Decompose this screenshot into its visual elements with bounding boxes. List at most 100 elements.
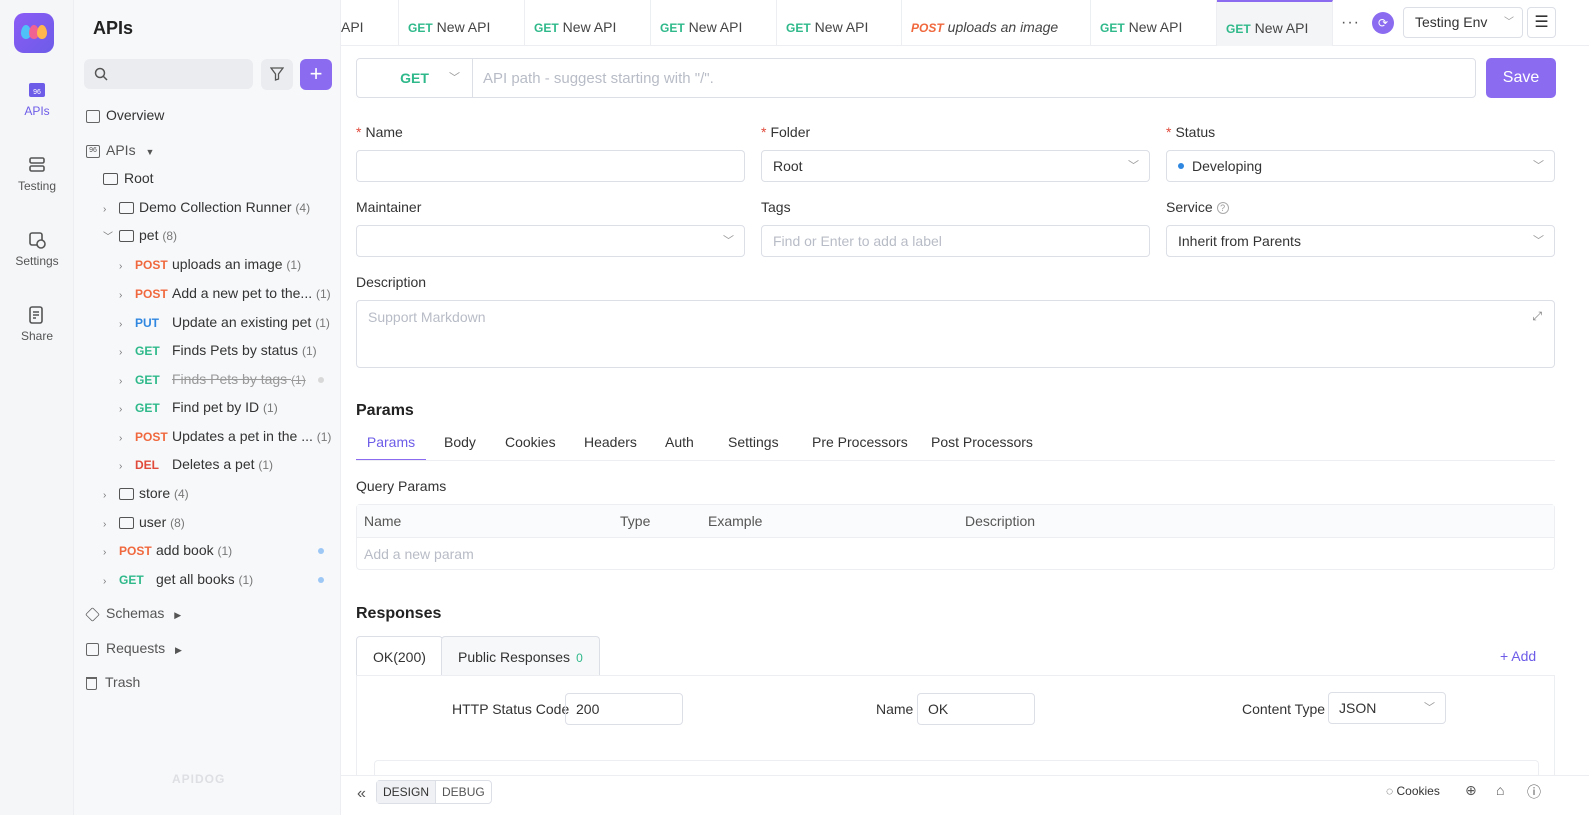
tree-api-item[interactable]: › POST Updates a pet in the ... (1) bbox=[74, 422, 341, 450]
api-tab[interactable]: GET New API bbox=[525, 0, 651, 46]
api-path-input[interactable] bbox=[483, 59, 1463, 97]
sidebar-item-trash[interactable]: Trash bbox=[74, 668, 341, 696]
response-name-input[interactable]: OK bbox=[917, 693, 1035, 725]
name-input[interactable] bbox=[368, 151, 744, 181]
environment-select[interactable]: Testing Env ﹀ bbox=[1403, 7, 1523, 38]
tab-cookies[interactable]: Cookies bbox=[505, 428, 556, 461]
status-footer: « DESIGN DEBUG ◌ Cookies ⊕ ⌂ ⓘ bbox=[341, 775, 1589, 815]
sidebar-item-overview[interactable]: Overview bbox=[74, 101, 341, 129]
method-badge: POST bbox=[119, 544, 152, 558]
tree-api-item[interactable]: › POST add book (1) bbox=[74, 536, 341, 564]
response-name-label: Name bbox=[876, 701, 914, 717]
rail-item-settings[interactable]: Settings bbox=[0, 230, 74, 268]
api-tab[interactable]: API bbox=[341, 0, 399, 46]
sidebar-item-apis[interactable]: 96 APIs ▼ bbox=[74, 136, 341, 164]
tree-api-item[interactable]: › GET Finds Pets by tags (1) bbox=[74, 365, 341, 393]
response-tab-public[interactable]: Public Responses 0 bbox=[441, 636, 600, 676]
chevron-right-icon[interactable]: › bbox=[119, 339, 131, 367]
rail-item-apis[interactable]: 96 APIs bbox=[0, 80, 74, 118]
api-tab[interactable]: GET New API bbox=[1217, 0, 1333, 46]
chevron-down-icon[interactable]: ﹀ bbox=[103, 224, 115, 252]
tab-body[interactable]: Body bbox=[444, 428, 476, 461]
chevron-right-icon[interactable]: › bbox=[119, 396, 131, 424]
tree-folder[interactable]: › Demo Collection Runner (4) bbox=[74, 193, 341, 221]
tree-api-item[interactable]: › GET get all books (1) bbox=[74, 565, 341, 593]
debug-mode-button[interactable]: DEBUG bbox=[436, 781, 491, 803]
description-field[interactable]: ⤢ bbox=[356, 300, 1555, 368]
filter-button[interactable] bbox=[261, 59, 293, 90]
search-input[interactable] bbox=[84, 59, 253, 89]
sidebar-item-requests[interactable]: Requests ▶ bbox=[74, 634, 341, 662]
status-select[interactable]: Developing ﹀ bbox=[1166, 150, 1555, 182]
method-select[interactable]: GET ﹀ bbox=[357, 59, 473, 97]
tab-post-processors[interactable]: Post Processors bbox=[931, 428, 1033, 461]
tree-api-item[interactable]: › POST uploads an image (1) bbox=[74, 250, 341, 278]
save-button[interactable]: Save bbox=[1486, 58, 1556, 98]
api-tab[interactable]: POST uploads an image bbox=[902, 0, 1091, 46]
api-tab[interactable]: GET New API bbox=[777, 0, 902, 46]
tree-api-item[interactable]: › GET Finds Pets by status (1) bbox=[74, 336, 341, 364]
caret-right-icon: ▶ bbox=[175, 645, 182, 655]
help-icon[interactable]: ? bbox=[1216, 202, 1229, 215]
tags-input[interactable] bbox=[773, 226, 1149, 256]
tab-headers[interactable]: Headers bbox=[584, 428, 637, 461]
tree-item-label: Finds Pets by tags bbox=[172, 371, 292, 387]
status-code-input[interactable]: 200 bbox=[565, 693, 683, 725]
design-mode-button[interactable]: DESIGN bbox=[377, 781, 437, 803]
chevron-right-icon[interactable]: › bbox=[103, 511, 115, 539]
add-param-input[interactable]: Add a new param bbox=[364, 538, 474, 570]
add-response-button[interactable]: + Add bbox=[1500, 648, 1536, 664]
tab-settings[interactable]: Settings bbox=[728, 428, 779, 461]
maintainer-select[interactable]: ﹀ bbox=[356, 225, 745, 257]
chevron-right-icon[interactable]: › bbox=[103, 568, 115, 596]
expand-icon[interactable]: ⤢ bbox=[1532, 309, 1542, 324]
folder-select[interactable]: Root ﹀ bbox=[761, 150, 1150, 182]
collapse-sidebar-icon[interactable]: « bbox=[357, 785, 366, 803]
tab-pre-processors[interactable]: Pre Processors bbox=[812, 428, 908, 461]
sidebar-item-label: Schemas bbox=[106, 605, 165, 621]
api-tab[interactable]: GET New API bbox=[1091, 0, 1217, 46]
response-tab-ok[interactable]: OK(200) bbox=[356, 636, 443, 676]
chevron-right-icon[interactable]: › bbox=[103, 196, 115, 224]
sidebar-item-schemas[interactable]: Schemas ▶ bbox=[74, 599, 341, 627]
tree-item-label: Add a new pet to the... bbox=[172, 285, 316, 301]
name-field[interactable] bbox=[356, 150, 745, 182]
rail-item-share[interactable]: Share bbox=[0, 305, 74, 343]
tab-params[interactable]: Params bbox=[356, 428, 426, 461]
tree-folder[interactable]: › user (8) bbox=[74, 508, 341, 536]
service-select[interactable]: Inherit from Parents ﹀ bbox=[1166, 225, 1555, 257]
tab-auth[interactable]: Auth bbox=[665, 428, 694, 461]
help-circle-icon[interactable]: ⓘ bbox=[1527, 782, 1541, 802]
rail-item-testing[interactable]: Testing bbox=[0, 155, 74, 193]
environment-icon[interactable]: ⟳ bbox=[1372, 12, 1394, 34]
tree-root-folder[interactable]: Root bbox=[74, 164, 341, 192]
tree-api-item[interactable]: › DEL Deletes a pet (1) bbox=[74, 450, 341, 478]
shirt-icon[interactable]: ⌂ bbox=[1496, 782, 1504, 798]
chevron-right-icon[interactable]: › bbox=[119, 282, 131, 310]
item-count: (1) bbox=[263, 401, 278, 415]
chevron-right-icon[interactable]: › bbox=[119, 453, 131, 481]
main-menu-button[interactable]: ☰ bbox=[1527, 7, 1556, 38]
tree-folder[interactable]: › store (4) bbox=[74, 479, 341, 507]
cookies-button[interactable]: ◌ Cookies bbox=[1386, 784, 1440, 798]
chevron-right-icon[interactable]: › bbox=[119, 253, 131, 281]
tree-api-item[interactable]: › POST Add a new pet to the... (1) bbox=[74, 279, 341, 307]
upload-icon[interactable]: ⊕ bbox=[1465, 782, 1477, 799]
sidebar-search[interactable] bbox=[84, 59, 253, 89]
description-input[interactable] bbox=[357, 301, 1554, 367]
chevron-right-icon[interactable]: › bbox=[119, 425, 131, 453]
chevron-right-icon[interactable]: › bbox=[119, 311, 131, 339]
chevron-right-icon[interactable]: › bbox=[103, 539, 115, 567]
more-tabs-button[interactable]: ··· bbox=[1341, 14, 1360, 32]
content-type-select[interactable]: JSON ﹀ bbox=[1328, 692, 1446, 724]
add-button[interactable]: + bbox=[300, 59, 332, 90]
api-tab[interactable]: GET New API bbox=[399, 0, 525, 46]
sidebar-title: APIs bbox=[93, 18, 134, 38]
tree-api-item[interactable]: › GET Find pet by ID (1) bbox=[74, 393, 341, 421]
chevron-right-icon[interactable]: › bbox=[103, 482, 115, 510]
tags-field[interactable] bbox=[761, 225, 1150, 257]
tree-folder[interactable]: ﹀ pet (8) bbox=[74, 221, 341, 249]
api-tab[interactable]: GET New API bbox=[651, 0, 777, 46]
chevron-right-icon[interactable]: › bbox=[119, 368, 131, 396]
tree-api-item[interactable]: › PUT Update an existing pet (1) bbox=[74, 308, 341, 336]
